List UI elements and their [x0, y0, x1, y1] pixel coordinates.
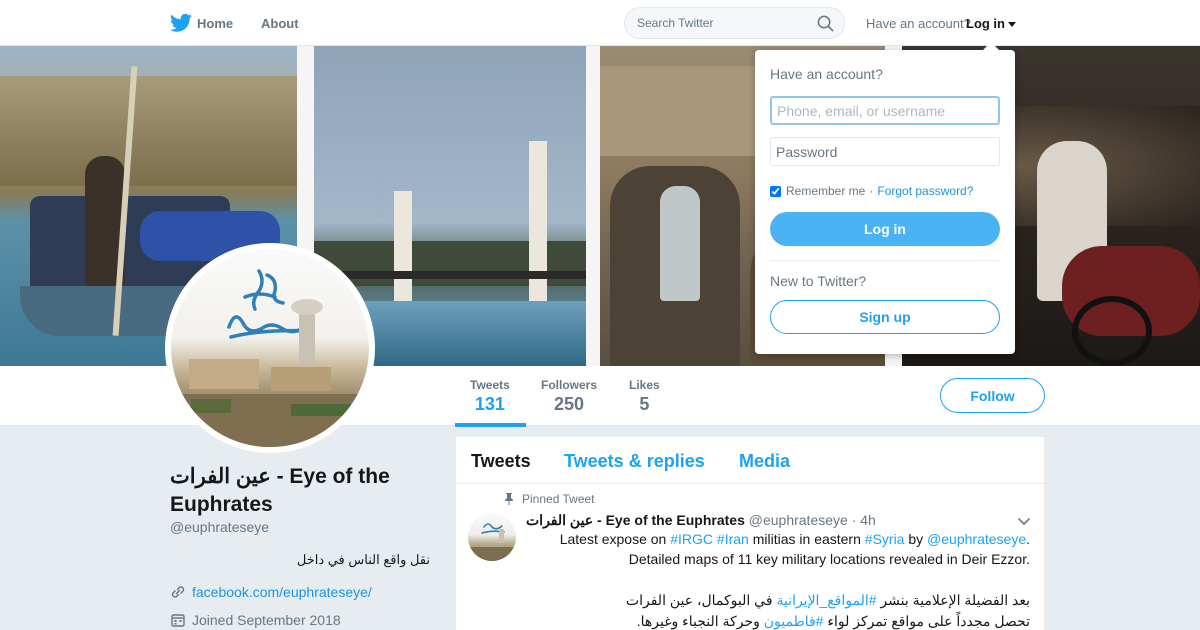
stat-tweets[interactable]: Tweets 131: [470, 378, 510, 415]
tweet-header: عين الفرات - Eye of the Euphrates @euphr…: [526, 512, 876, 529]
profile-bio: نقل واقع الناس في داخل: [296, 552, 430, 567]
profile-website-link[interactable]: facebook.com/euphrateseye/: [192, 584, 372, 600]
dropdown-title: Have an account?: [770, 66, 883, 82]
hashtag-irgc[interactable]: #IRGC: [670, 531, 713, 547]
tweet-text-line-2: Detailed maps of 11 key military locatio…: [628, 551, 1030, 567]
search-input[interactable]: Search Twitter: [637, 16, 713, 30]
tweet-text-line-3: بعد الفضيلة الإعلامية بنشر #المواقع_الإي…: [626, 592, 1030, 609]
tweet-author-name[interactable]: عين الفرات - Eye of the Euphrates: [526, 512, 745, 528]
password-field[interactable]: [770, 137, 1000, 166]
tweet-text-segment: militias in eastern: [748, 531, 865, 547]
login-link-label: Log in: [966, 16, 1005, 31]
login-submit-button[interactable]: Log in: [770, 212, 1000, 246]
nav-about-link[interactable]: About: [261, 16, 299, 31]
tweet-text-segment: في البوكمال، عين الفرات: [625, 592, 777, 608]
stat-likes-label: Likes: [629, 378, 660, 392]
search-box[interactable]: Search Twitter: [624, 7, 845, 39]
tab-tweets-and-replies[interactable]: Tweets & replies: [564, 451, 705, 472]
tweet-author-handle[interactable]: @euphrateseye: [749, 512, 848, 528]
stat-tweets-label: Tweets: [470, 378, 510, 392]
stat-likes-value: 5: [639, 394, 650, 414]
login-dropdown: Have an account? Remember me · Forgot pa…: [755, 42, 1015, 354]
caret-down-icon: [1008, 22, 1016, 28]
forgot-password-link[interactable]: Forgot password?: [877, 184, 973, 198]
tweet-text-segment: تحصل مجدداً على مواقع تمركز لواء: [823, 613, 1030, 629]
phone-email-username-field[interactable]: [770, 96, 1000, 125]
remember-me-checkbox[interactable]: [770, 185, 781, 197]
tweet-avatar[interactable]: [468, 513, 516, 561]
profile-handle: @euphrateseye: [170, 519, 270, 535]
active-stat-underline: [455, 423, 526, 427]
hashtag-iranian-sites[interactable]: #المواقع_الإيرانية: [776, 592, 876, 608]
avatar-image: [171, 249, 369, 447]
timeline-tabs: Tweets Tweets & replies Media: [456, 437, 1044, 484]
mention-euphrateseye[interactable]: @euphrateseye: [927, 531, 1026, 547]
profile-link-row: facebook.com/euphrateseye/: [170, 584, 372, 600]
remember-row: Remember me · Forgot password?: [770, 184, 973, 198]
signup-button[interactable]: Sign up: [770, 300, 1000, 334]
tweet-timestamp[interactable]: · 4h: [852, 512, 876, 528]
stat-followers[interactable]: Followers 250: [541, 378, 597, 415]
stat-likes[interactable]: Likes 5: [629, 378, 660, 415]
dropdown-divider: [770, 260, 1000, 261]
calendar-icon: [171, 614, 185, 627]
tab-tweets[interactable]: Tweets: [471, 451, 531, 472]
nav-home-link[interactable]: Home: [197, 16, 233, 31]
dropdown-arrow: [983, 42, 999, 50]
tab-media[interactable]: Media: [739, 451, 790, 472]
stat-followers-value: 250: [553, 394, 585, 414]
have-account-text: Have an account?: [866, 16, 971, 31]
profile-avatar[interactable]: [165, 243, 375, 453]
pinned-tweet-text: Pinned Tweet: [522, 492, 595, 506]
tweet-text-segment: بعد الفضيلة الإعلامية بنشر: [876, 592, 1030, 608]
follow-button[interactable]: Follow: [940, 378, 1045, 413]
hashtag-fatemiyoun[interactable]: #فاطميون: [764, 613, 824, 629]
top-nav: Home About Search Twitter Have an accoun…: [0, 0, 1200, 46]
link-icon: [171, 586, 185, 598]
tweet-text-line-1: Latest expose on #IRGC #Iran militias in…: [560, 531, 1030, 547]
pin-icon: [505, 493, 513, 505]
timeline: Tweets Tweets & replies Media Pinned Twe…: [456, 437, 1044, 630]
tweet-text-segment: وحركة النجباء وغيرها.: [636, 613, 764, 629]
search-icon[interactable]: [817, 15, 834, 32]
avatar-calligraphy-logo: [171, 269, 369, 447]
tweet-avatar-logo: [468, 523, 516, 561]
login-dropdown-toggle[interactable]: Log in: [966, 16, 1016, 31]
stat-tweets-value: 131: [474, 394, 505, 414]
hashtag-iran[interactable]: #Iran: [717, 531, 749, 547]
profile-name[interactable]: عين الفرات - Eye of the Euphrates: [170, 463, 440, 519]
twitter-bird-icon[interactable]: [170, 13, 192, 33]
remember-me-label[interactable]: Remember me: [786, 184, 865, 198]
stat-followers-label: Followers: [541, 378, 598, 392]
profile-joined-row: Joined September 2018: [170, 612, 341, 628]
hashtag-syria[interactable]: #Syria: [865, 531, 905, 547]
tweet-text-segment: .: [1026, 531, 1030, 547]
tweet-text-line-4: تحصل مجدداً على مواقع تمركز لواء #فاطميو…: [637, 613, 1030, 630]
tweet-text-segment: by: [904, 531, 928, 547]
tweet-text-segment: Latest expose on: [559, 531, 671, 547]
pinned-tweet-label: Pinned Tweet: [503, 492, 595, 506]
new-to-twitter-text: New to Twitter?: [770, 273, 867, 289]
chevron-down-icon[interactable]: [1018, 515, 1030, 527]
remember-separator: ·: [869, 184, 874, 198]
profile-joined-date: Joined September 2018: [192, 612, 341, 628]
